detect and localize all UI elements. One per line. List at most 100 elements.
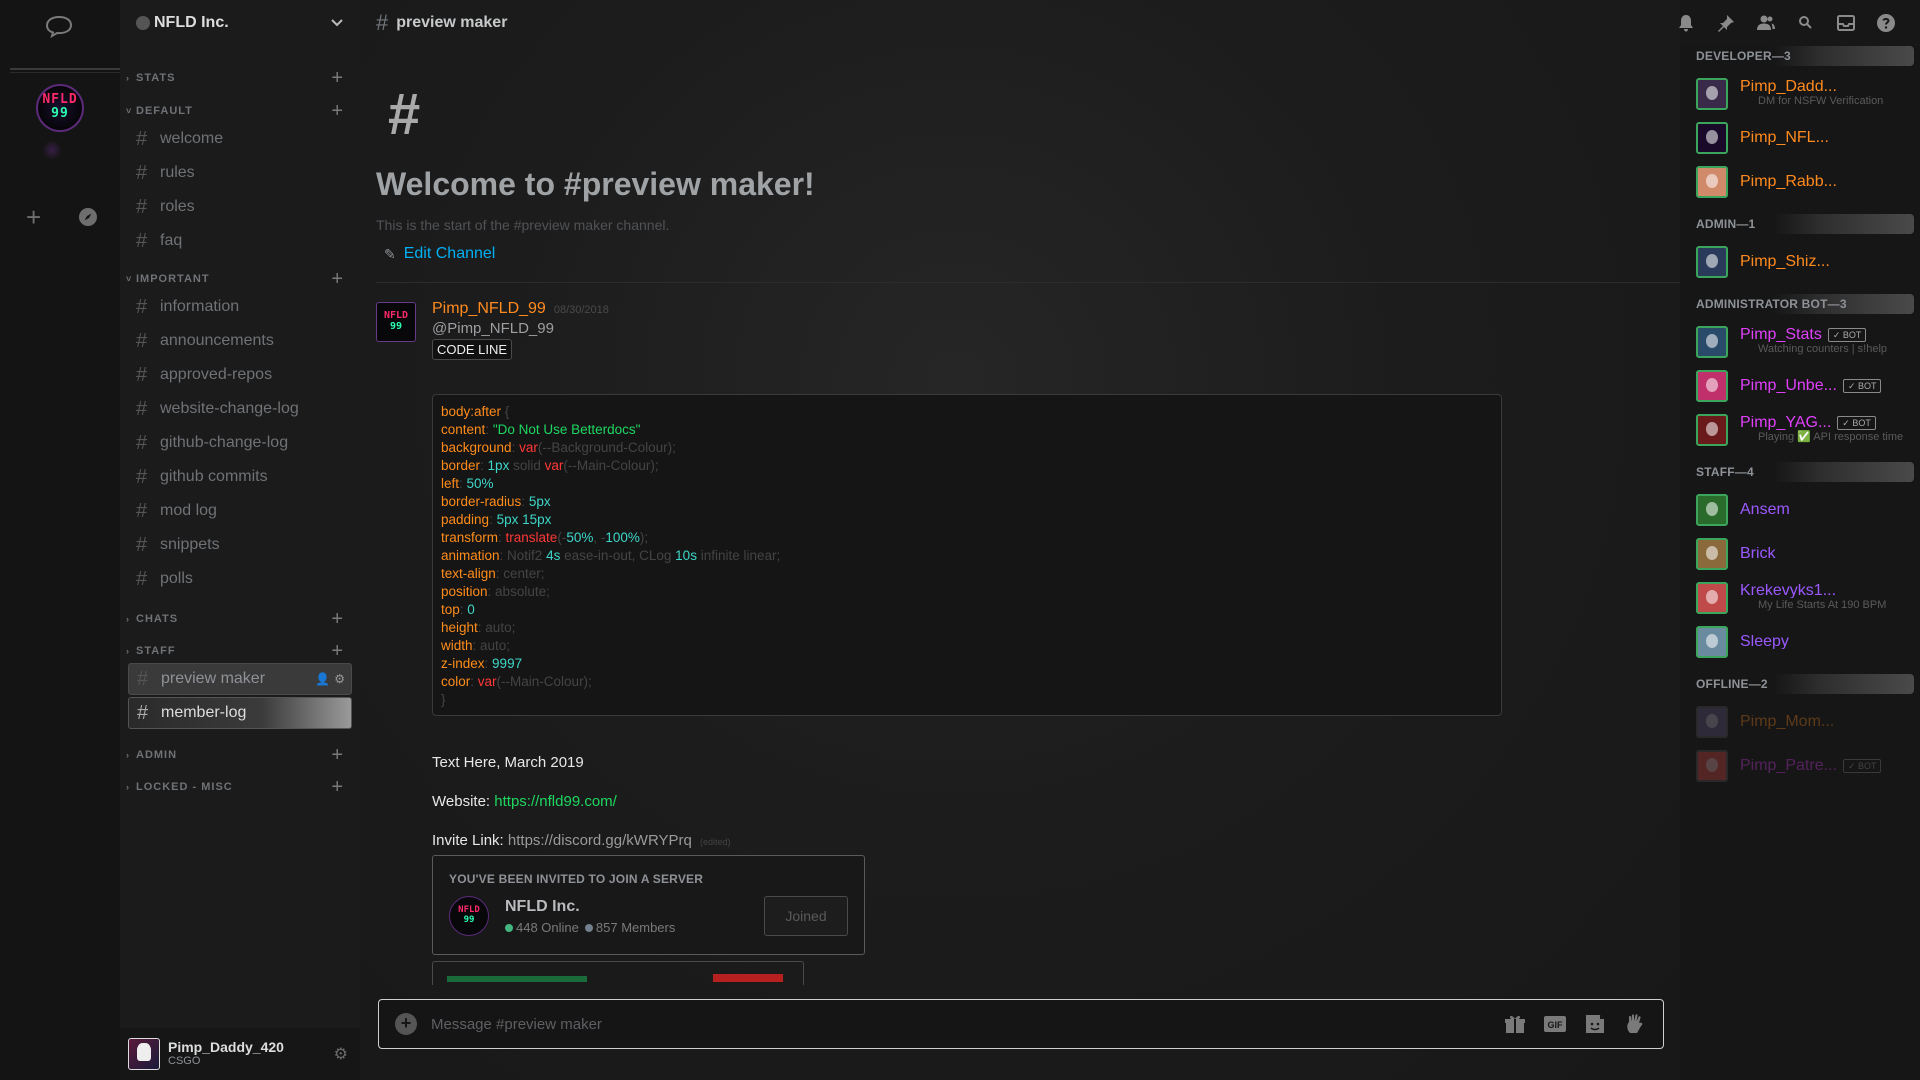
code-token: (- [557,530,567,545]
gear-icon[interactable]: ⚙ [334,1044,348,1064]
member-item[interactable]: Pimp_NFL... [1696,116,1920,160]
add-channel-icon[interactable]: + [331,269,344,289]
code-token: : auto; [472,638,511,653]
member-item[interactable]: Pimp_Unbe... ✓ BOT [1696,364,1920,408]
online-count: 448 Online [505,920,579,935]
code-line: border: 1px solid var(--Main-Colour); [441,457,1493,475]
bell-icon[interactable] [1676,13,1696,33]
members-icon[interactable] [1756,13,1776,33]
code-token: position [441,584,488,599]
category-label: LOCKED - MISC [136,781,233,793]
channel-preview-maker[interactable]: # preview maker 👤 ⚙ [128,663,352,695]
category-important[interactable]: ˅ IMPORTANT + [120,269,360,289]
code-token: : [459,476,467,491]
avatar [1696,370,1728,402]
member-item[interactable]: Ansem [1696,488,1920,532]
member-item[interactable]: Pimp_Mom... [1696,700,1920,744]
member-item[interactable]: Pimp_Dadd... DM for NSFW Verification [1696,72,1920,116]
code-token: 50% [466,476,494,491]
guild-header[interactable]: NFLD Inc. [120,0,360,46]
help-icon[interactable] [1876,13,1896,33]
chevron-right-icon: › [126,614,130,624]
category-chats[interactable]: › CHATS + [120,609,360,629]
channel-announcements[interactable]: # announcements [128,325,352,357]
code-token: border [441,458,481,473]
category-default[interactable]: ˅ DEFAULT + [120,101,360,121]
add-channel-icon[interactable]: + [331,777,344,797]
sticker-icon[interactable] [1583,1013,1607,1035]
members-dot-icon [584,923,593,932]
code-token: 4s [546,548,561,563]
code-line: text-align: center; [441,565,1493,583]
gif-icon[interactable]: GIF [1543,1013,1567,1035]
channel-github-commits[interactable]: # github commits [128,461,352,493]
channel-information[interactable]: # information [128,291,352,323]
channel-label: website-change-log [160,400,299,417]
channel-rules[interactable]: # rules [128,157,352,189]
channel-mod-log[interactable]: # mod log [128,495,352,527]
inbox-icon[interactable] [1836,13,1856,33]
category-admin[interactable]: › ADMIN + [120,745,360,765]
chevron-down-icon[interactable] [330,18,344,28]
channel-member-log[interactable]: # member-log [128,697,352,729]
welcome-subtitle: This is the start of the #preview maker … [376,217,670,233]
joined-button[interactable]: Joined [764,896,848,936]
channel-welcome[interactable]: # welcome [128,123,352,155]
code-line: animation: Notif2 4s ease-in-out, CLog 1… [441,547,1493,565]
channel-label: roles [160,198,195,215]
message-author[interactable]: Pimp_NFLD_99 [432,300,546,318]
pencil-icon: ✎ [384,245,396,262]
add-server-button[interactable]: + [26,204,41,230]
compass-icon[interactable] [78,207,98,227]
member-item[interactable]: Pimp_Rabb... [1696,160,1920,204]
invite-icon-line-2: 99 [463,915,475,925]
chat-bubble-icon[interactable] [44,14,74,38]
gear-icon[interactable]: ⚙ [334,672,345,686]
category-staff[interactable]: › STAFF + [120,641,360,661]
add-attachment-icon[interactable]: + [395,1013,417,1035]
add-channel-icon[interactable]: + [331,609,344,629]
code-token: 100% [605,530,640,545]
avatar[interactable]: NFLD 99 [376,302,416,342]
add-channel-icon[interactable]: + [331,101,344,121]
website-link[interactable]: https://nfld99.com/ [494,793,617,810]
message-mention[interactable]: @Pimp_NFLD_99 [432,320,1666,337]
invite-card: YOU'VE BEEN INVITED TO JOIN A SERVER NFL… [432,855,865,955]
member-item[interactable]: Brick [1696,532,1920,576]
code-token: : [480,458,488,473]
member-item[interactable]: Pimp_YAG... ✓ BOT Playing ✅ API response t… [1696,408,1920,452]
channel-polls[interactable]: # polls [128,563,352,595]
channel-label: github commits [160,468,268,485]
member-item[interactable]: Krekevyks1... My Life Starts At 190 BPM [1696,576,1920,620]
channel-faq[interactable]: # faq [128,225,352,257]
invite-icon[interactable]: 👤 [315,672,330,686]
search-icon[interactable] [1796,13,1816,33]
channel-github-change-log[interactable]: # github-change-log [128,427,352,459]
channel-snippets[interactable]: # snippets [128,529,352,561]
member-item[interactable]: Pimp_Stats ✓ BOT Watching counters | s!hel… [1696,320,1920,364]
gift-icon[interactable] [1503,1013,1527,1035]
member-item[interactable]: Pimp_Patre... ✓ BOT [1696,744,1920,788]
role-heading: ADMIN—1 [1680,214,1914,234]
edit-channel-link[interactable]: ✎ Edit Channel [384,245,815,263]
member-item[interactable]: Sleepy [1696,620,1920,664]
channel-website-change-log[interactable]: # website-change-log [128,393,352,425]
channel-approved-repos[interactable]: # approved-repos [128,359,352,391]
member-item[interactable]: Pimp_Shiz... [1696,240,1920,284]
channel-roles[interactable]: # roles [128,191,352,223]
category-locked-misc[interactable]: › LOCKED - MISC + [120,777,360,797]
hash-icon: # [136,161,148,184]
emoji-icon[interactable] [1623,1013,1647,1035]
pin-icon[interactable] [1716,13,1736,33]
add-channel-icon[interactable]: + [331,68,344,88]
channel-label: faq [160,232,183,249]
add-channel-icon[interactable]: + [331,641,344,661]
message-input[interactable] [431,1015,1503,1033]
add-channel-icon[interactable]: + [331,745,344,765]
category-label: ADMIN [136,749,178,761]
avatar[interactable] [128,1038,160,1070]
server-icon-nfld[interactable]: NFLD 99 [36,84,84,132]
member-name: Pimp_Patre... [1740,759,1837,773]
invite-link[interactable]: https://discord.gg/kWRYPrq [508,832,692,849]
category-stats[interactable]: › STATS + [120,68,360,88]
